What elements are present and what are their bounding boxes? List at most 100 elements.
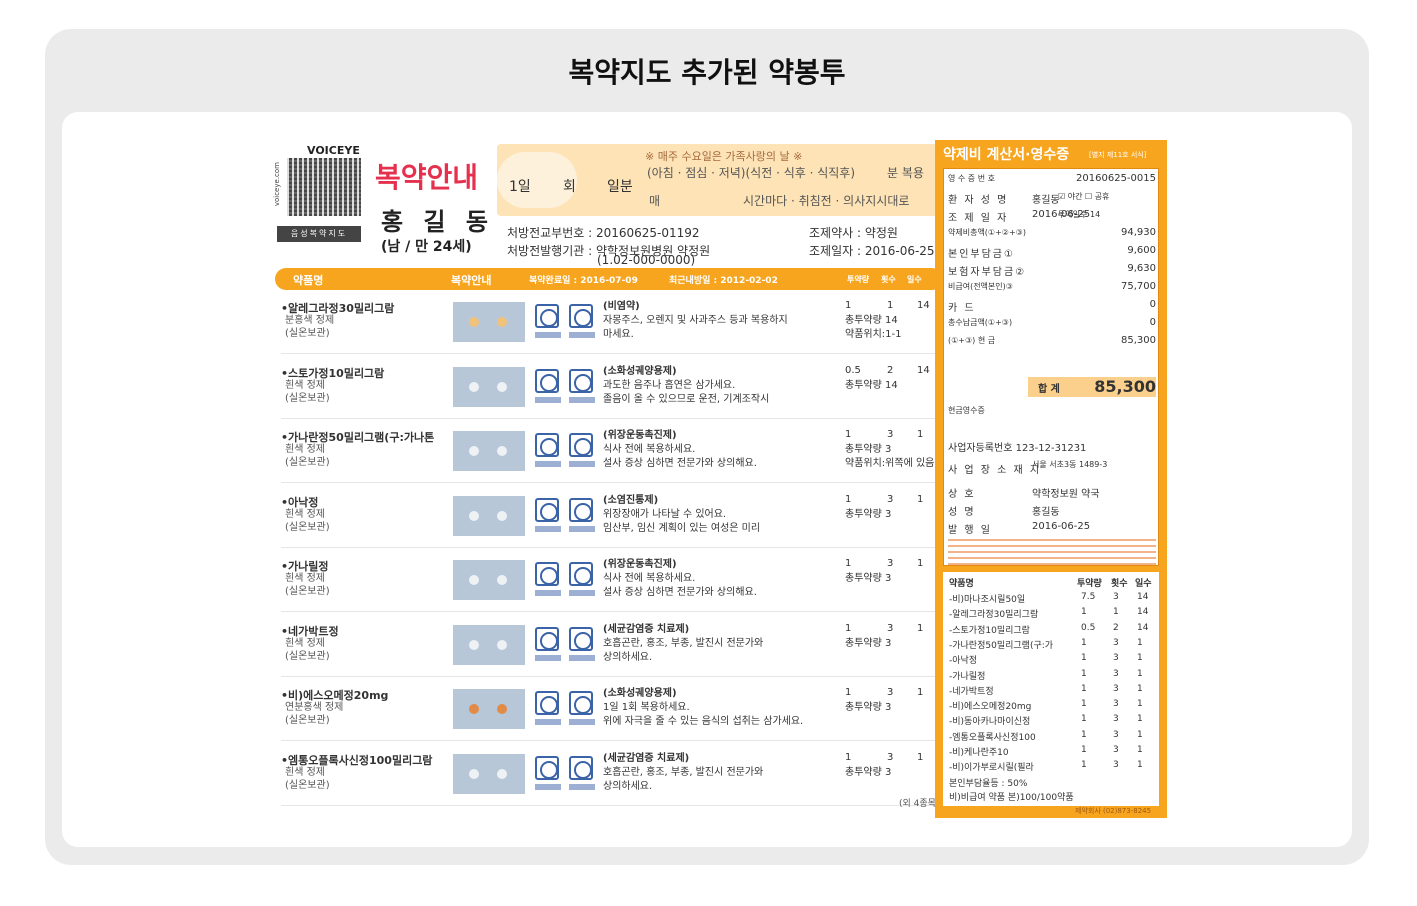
drug-guide: (위장운동촉진제) 식사 전에 복용하세요. 설사 증상 심하면 전문가와 상의해요… (603, 559, 757, 598)
drug-guide: (세균감염증 치료제) 호흡곤란, 홍조, 부종, 발진시 전문가와 상의하세요. (603, 752, 764, 792)
every-label: 매 (649, 194, 661, 208)
pictogram-icon (569, 562, 593, 586)
pictogram-icon (535, 691, 559, 715)
total-label: 합 계 (1038, 384, 1060, 395)
envelope-heading: 복약안내 (375, 161, 479, 194)
drug-guide: (비염약) 자몽주스, 오렌지 및 사과주스 등과 복용하지 마세요. (603, 301, 788, 340)
dispense-date: 조제일자 : 2016-06-25 (809, 244, 935, 258)
drug-form: 분홍색 정제 (실온보관) (285, 315, 335, 339)
meal-timing: (아침 · 점심 · 저녁)(식전 · 식후 · 식직후) (647, 166, 856, 180)
header-dosage: 투약량 (847, 275, 870, 284)
drug-guide: (위장운동촉진제) 식사 전에 복용하세요. 설사 증상 심하면 전문가와 상의해요… (603, 430, 757, 469)
pill-icon (497, 446, 507, 456)
pill-photo (453, 366, 525, 407)
pill-icon (497, 639, 507, 650)
pill-photo (453, 753, 525, 794)
dose-times: 회 (563, 179, 576, 195)
issue-date: 2016-06-25 (1032, 521, 1091, 532)
drug-guide: (소염진통제) 위장장애가 나타날 수 있어요. 임산부, 임신 계획이 있는 여성… (603, 494, 761, 534)
times-value: 3 (887, 493, 894, 505)
pill-icon (497, 381, 507, 392)
header-last-visit: 최근내방일 : 2012-02-02 (669, 276, 778, 286)
pictogram-icon (535, 368, 559, 393)
times-value: 3 (887, 687, 894, 698)
interval-options: 시간마다 · 취침전 · 의사지시대로 (743, 194, 910, 208)
drug-form: 연분홍색 정제 (실온보관) (285, 702, 344, 726)
drug-form: 흰색 정제 (실온보관) (285, 573, 330, 597)
page-title: 복약지도 추가된 약봉투 (568, 56, 846, 89)
pill-icon (469, 768, 479, 779)
dose-value: 0.5 (845, 364, 861, 376)
table-row: •가나란정50밀리그램(구:가나톤 흰색 정제 (실온보관) (위장운동촉진제) 식사 … (281, 421, 943, 483)
dose-amount: 일분 (607, 179, 633, 195)
dose-value: 1 (845, 687, 852, 698)
dose-extra: 총투약량 3 (845, 573, 892, 584)
voiceye-url: voiceye.com (273, 162, 281, 207)
days-value: 1 (917, 622, 924, 634)
pill-icon (469, 575, 479, 585)
issue-label: 발 행 일 (948, 525, 992, 536)
pictogram-icon (569, 368, 593, 393)
fine-print (948, 537, 1156, 565)
cash-receipt-label: 현금영수증 (948, 406, 985, 415)
table-row: •아낙정 흰색 정제 (실온보관) (소염진통제) 위장장애가 나타날 수 있어요. 임산… (281, 486, 943, 548)
pill-icon (497, 575, 507, 585)
drug-form: 흰색 정제 (실온보관) (285, 444, 330, 468)
address-label: 사 업 장 소 재 지 (948, 465, 1042, 476)
business-number: 사업자등록번호 123-12-31231 (948, 443, 1087, 454)
per-unit: 분 복용 (887, 166, 924, 180)
dose-value: 1 (845, 493, 852, 505)
pictogram-icon (569, 755, 593, 780)
header-guide: 복약안내 (451, 274, 492, 287)
days-value: 1 (917, 687, 924, 698)
voiceye-logo-text: VOICEYE (307, 144, 360, 157)
times-value: 3 (887, 622, 894, 634)
table-row: •알레그라정30밀리그람 분홍색 정제 (실온보관) (비염약) 자몽주스, 오렌지 및… (281, 292, 943, 354)
dose-extra: 총투약량 3 (845, 637, 892, 649)
owner-label: 성 명 (948, 507, 976, 518)
total-value: 85,300 (1094, 377, 1156, 396)
dose-extra: 총투약량 14 (845, 379, 898, 391)
receipt-form-label: [별지 제11호 서식] (1089, 151, 1147, 159)
owner-name: 홍길동 (1032, 507, 1060, 518)
pill-icon (469, 704, 479, 714)
receipt-body: 영 수 증 번 호 20160625-0015 환 자 성 명 ☑ 야간 ☐ 공휴 홍길… (943, 168, 1159, 566)
pill-icon (497, 317, 507, 327)
times-value: 3 (887, 558, 894, 569)
days-value: 1 (917, 751, 924, 763)
voice-guide-tag: 음성복약지도 (277, 226, 361, 242)
dose-value: 1 (845, 751, 852, 763)
dose-extra: 총투약량 3 약품위치:위쪽에 있음 (845, 444, 935, 469)
pill-photo (453, 560, 525, 600)
drug-form: 흰색 정제 (실온보관) (285, 637, 330, 662)
drug-form: 흰색 정제 (실온보관) (285, 766, 330, 791)
pictogram-icon (569, 691, 593, 715)
rx-number: 처방전교부번호 : 20160625-01192 (507, 226, 700, 240)
pictogram-icon (535, 562, 559, 586)
header-times: 횟수 (881, 275, 896, 284)
shop-name: 약학정보원 약국 (1032, 489, 1100, 500)
more-items-note: (외 4종목) (899, 799, 940, 809)
drug-form: 흰색 정제 (실온보관) (285, 508, 330, 533)
table-row: •엠통오플록사신정100밀리그람 흰색 정제 (실온보관) (세균감염증 치료제) 호흡… (281, 744, 943, 806)
dosage-box: 1일 회 일분 ※ 매주 수요일은 가족사랑의 날 ※ (아침 · 점심 · 저… (497, 144, 943, 216)
pill-icon (497, 704, 507, 714)
pill-photo (453, 689, 525, 729)
pill-photo (453, 302, 525, 342)
family-day-note: ※ 매주 수요일은 가족사랑의 날 ※ (645, 150, 803, 163)
times-value: 3 (887, 429, 894, 440)
dose-extra: 총투약량 3 (845, 508, 892, 520)
drug-guide: (소화성궤양용제) 과도한 음주나 흡연은 삼가세요. 졸음이 올 수 있으므로 운… (603, 365, 770, 405)
dose-extra: 총투약량 14 약품위치:1-1 (845, 315, 902, 340)
days-value: 1 (917, 493, 924, 505)
table-row: •네가박트정 흰색 정제 (실온보관) (세균감염증 치료제) 호흡곤란, 홍조, 부종… (281, 615, 943, 677)
days-value: 14 (917, 364, 930, 376)
drug-form: 흰색 정제 (실온보관) (285, 379, 330, 404)
pictogram-icon (535, 626, 559, 651)
pill-icon (469, 446, 479, 456)
header-drug-name: 약품명 (293, 274, 324, 287)
table-row: •가나릴정 흰색 정제 (실온보관) (위장운동촉진제) 식사 전에 복용하세요. 설사 … (281, 550, 943, 612)
pill-icon (497, 768, 507, 779)
pictogram-icon (535, 304, 559, 328)
shop-label: 상 호 (948, 489, 976, 500)
